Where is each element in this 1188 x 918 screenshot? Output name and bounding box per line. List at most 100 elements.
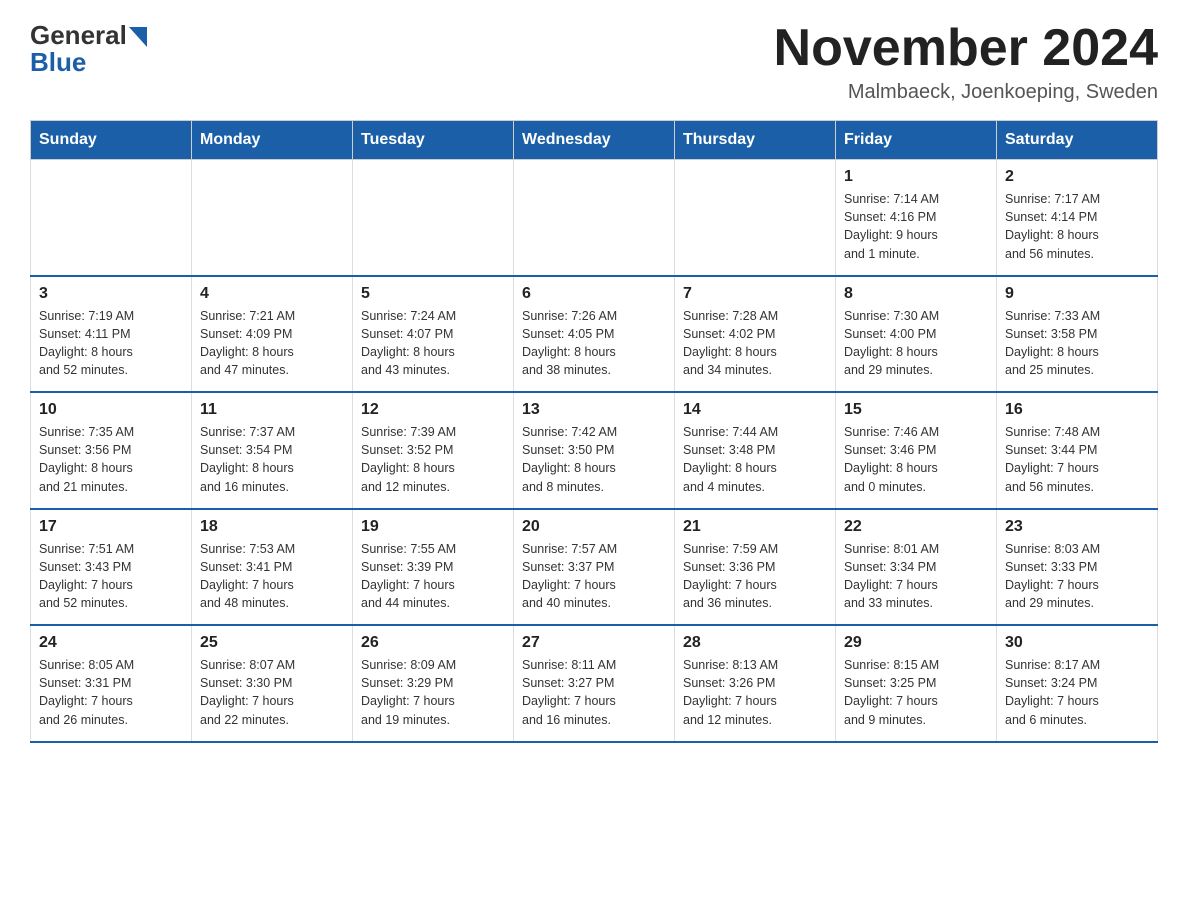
day-info: Sunrise: 7:26 AMSunset: 4:05 PMDaylight:…: [522, 307, 666, 380]
calendar-cell: 28 Sunrise: 8:13 AMSunset: 3:26 PMDayligh…: [675, 625, 836, 742]
col-wednesday: Wednesday: [514, 121, 675, 160]
calendar-cell: 12 Sunrise: 7:39 AMSunset: 3:52 PMDayligh…: [353, 392, 514, 509]
calendar-cell: 17 Sunrise: 7:51 AMSunset: 3:43 PMDayligh…: [31, 509, 192, 626]
calendar-cell: 30Sunrise: 8:17 AMSunset: 3:24 PMDayligh…: [997, 625, 1158, 742]
calendar-cell: 27Sunrise: 8:11 AMSunset: 3:27 PMDayligh…: [514, 625, 675, 742]
calendar-cell: 25Sunrise: 8:07 AMSunset: 3:30 PMDayligh…: [192, 625, 353, 742]
calendar-cell: 7Sunrise: 7:28 AMSunset: 4:02 PMDaylight…: [675, 276, 836, 393]
day-number: 1: [844, 168, 988, 186]
calendar-week-row: 10 Sunrise: 7:35 AMSunset: 3:56 PMDayligh…: [31, 392, 1158, 509]
day-info: Sunrise: 7:48 AMSunset: 3:44 PMDaylight:…: [1005, 423, 1149, 496]
day-number: 17: [39, 518, 183, 536]
calendar-cell: 13 Sunrise: 7:42 AMSunset: 3:50 PMDayligh…: [514, 392, 675, 509]
calendar-cell: 29 Sunrise: 8:15 AMSunset: 3:25 PMDayligh…: [836, 625, 997, 742]
calendar-cell: 18 Sunrise: 7:53 AMSunset: 3:41 PMDayligh…: [192, 509, 353, 626]
calendar-cell: 23 Sunrise: 8:03 AMSunset: 3:33 PMDayligh…: [997, 509, 1158, 626]
day-number: 29: [844, 634, 988, 652]
day-number: 9: [1005, 285, 1149, 303]
calendar-title: November 2024: [774, 20, 1158, 77]
day-number: 26: [361, 634, 505, 652]
col-friday: Friday: [836, 121, 997, 160]
day-number: 2: [1005, 168, 1149, 186]
day-info: Sunrise: 8:05 AMSunset: 3:31 PMDaylight:…: [39, 656, 183, 729]
logo-arrow-icon: [129, 27, 147, 47]
day-number: 25: [200, 634, 344, 652]
day-info: Sunrise: 7:33 AMSunset: 3:58 PMDaylight:…: [1005, 307, 1149, 380]
calendar-cell: 11 Sunrise: 7:37 AMSunset: 3:54 PMDayligh…: [192, 392, 353, 509]
calendar-cell: 1Sunrise: 7:14 AMSunset: 4:16 PMDaylight…: [836, 160, 997, 276]
day-info: Sunrise: 7:35 AMSunset: 3:56 PMDaylight:…: [39, 423, 183, 496]
logo-area: General Blue: [30, 20, 147, 78]
day-info: Sunrise: 7:57 AMSunset: 3:37 PMDaylight:…: [522, 540, 666, 613]
day-info: Sunrise: 7:51 AMSunset: 3:43 PMDaylight:…: [39, 540, 183, 613]
calendar-header-row: Sunday Monday Tuesday Wednesday Thursday…: [31, 121, 1158, 160]
day-number: 4: [200, 285, 344, 303]
day-info: Sunrise: 7:21 AMSunset: 4:09 PMDaylight:…: [200, 307, 344, 380]
day-number: 15: [844, 401, 988, 419]
calendar-cell: 22Sunrise: 8:01 AMSunset: 3:34 PMDayligh…: [836, 509, 997, 626]
calendar-week-row: 3 Sunrise: 7:19 AMSunset: 4:11 PMDaylight…: [31, 276, 1158, 393]
day-info: Sunrise: 8:11 AMSunset: 3:27 PMDaylight:…: [522, 656, 666, 729]
day-number: 19: [361, 518, 505, 536]
day-number: 20: [522, 518, 666, 536]
day-number: 16: [1005, 401, 1149, 419]
day-info: Sunrise: 7:19 AMSunset: 4:11 PMDaylight:…: [39, 307, 183, 380]
day-number: 8: [844, 285, 988, 303]
day-number: 21: [683, 518, 827, 536]
calendar-table: Sunday Monday Tuesday Wednesday Thursday…: [30, 120, 1158, 743]
col-tuesday: Tuesday: [353, 121, 514, 160]
day-info: Sunrise: 7:44 AMSunset: 3:48 PMDaylight:…: [683, 423, 827, 496]
calendar-cell: 20 Sunrise: 7:57 AMSunset: 3:37 PMDayligh…: [514, 509, 675, 626]
calendar-week-row: 17 Sunrise: 7:51 AMSunset: 3:43 PMDayligh…: [31, 509, 1158, 626]
day-info: Sunrise: 7:24 AMSunset: 4:07 PMDaylight:…: [361, 307, 505, 380]
calendar-cell: [675, 160, 836, 276]
calendar-cell: 6Sunrise: 7:26 AMSunset: 4:05 PMDaylight…: [514, 276, 675, 393]
page-header: General Blue November 2024 Malmbaeck, Jo…: [30, 20, 1158, 104]
calendar-cell: 24Sunrise: 8:05 AMSunset: 3:31 PMDayligh…: [31, 625, 192, 742]
day-info: Sunrise: 7:28 AMSunset: 4:02 PMDaylight:…: [683, 307, 827, 380]
col-thursday: Thursday: [675, 121, 836, 160]
title-area: November 2024 Malmbaeck, Joenkoeping, Sw…: [774, 20, 1158, 104]
day-number: 12: [361, 401, 505, 419]
day-info: Sunrise: 7:17 AMSunset: 4:14 PMDaylight:…: [1005, 190, 1149, 263]
day-number: 11: [200, 401, 344, 419]
calendar-subtitle: Malmbaeck, Joenkoeping, Sweden: [774, 81, 1158, 104]
day-info: Sunrise: 7:46 AMSunset: 3:46 PMDaylight:…: [844, 423, 988, 496]
calendar-cell: 16 Sunrise: 7:48 AMSunset: 3:44 PMDayligh…: [997, 392, 1158, 509]
calendar-cell: 14 Sunrise: 7:44 AMSunset: 3:48 PMDayligh…: [675, 392, 836, 509]
calendar-cell: 5 Sunrise: 7:24 AMSunset: 4:07 PMDaylight…: [353, 276, 514, 393]
day-number: 23: [1005, 518, 1149, 536]
calendar-cell: 19Sunrise: 7:55 AMSunset: 3:39 PMDayligh…: [353, 509, 514, 626]
day-number: 30: [1005, 634, 1149, 652]
calendar-cell: 15 Sunrise: 7:46 AMSunset: 3:46 PMDayligh…: [836, 392, 997, 509]
day-info: Sunrise: 7:53 AMSunset: 3:41 PMDaylight:…: [200, 540, 344, 613]
calendar-cell: [31, 160, 192, 276]
day-number: 3: [39, 285, 183, 303]
day-number: 14: [683, 401, 827, 419]
day-info: Sunrise: 7:42 AMSunset: 3:50 PMDaylight:…: [522, 423, 666, 496]
day-info: Sunrise: 8:09 AMSunset: 3:29 PMDaylight:…: [361, 656, 505, 729]
calendar-cell: 8Sunrise: 7:30 AMSunset: 4:00 PMDaylight…: [836, 276, 997, 393]
day-number: 13: [522, 401, 666, 419]
day-info: Sunrise: 8:13 AMSunset: 3:26 PMDaylight:…: [683, 656, 827, 729]
day-number: 5: [361, 285, 505, 303]
day-number: 28: [683, 634, 827, 652]
calendar-cell: 3 Sunrise: 7:19 AMSunset: 4:11 PMDaylight…: [31, 276, 192, 393]
day-info: Sunrise: 8:01 AMSunset: 3:34 PMDaylight:…: [844, 540, 988, 613]
calendar-cell: 4 Sunrise: 7:21 AMSunset: 4:09 PMDaylight…: [192, 276, 353, 393]
day-number: 10: [39, 401, 183, 419]
calendar-cell: [353, 160, 514, 276]
day-info: Sunrise: 7:37 AMSunset: 3:54 PMDaylight:…: [200, 423, 344, 496]
calendar-cell: 26 Sunrise: 8:09 AMSunset: 3:29 PMDayligh…: [353, 625, 514, 742]
day-number: 18: [200, 518, 344, 536]
day-info: Sunrise: 7:59 AMSunset: 3:36 PMDaylight:…: [683, 540, 827, 613]
logo-blue: Blue: [30, 47, 86, 78]
day-info: Sunrise: 8:15 AMSunset: 3:25 PMDaylight:…: [844, 656, 988, 729]
day-info: Sunrise: 7:39 AMSunset: 3:52 PMDaylight:…: [361, 423, 505, 496]
col-monday: Monday: [192, 121, 353, 160]
col-sunday: Sunday: [31, 121, 192, 160]
calendar-cell: 10 Sunrise: 7:35 AMSunset: 3:56 PMDayligh…: [31, 392, 192, 509]
day-info: Sunrise: 8:03 AMSunset: 3:33 PMDaylight:…: [1005, 540, 1149, 613]
calendar-cell: 9 Sunrise: 7:33 AMSunset: 3:58 PMDaylight…: [997, 276, 1158, 393]
calendar-cell: [514, 160, 675, 276]
